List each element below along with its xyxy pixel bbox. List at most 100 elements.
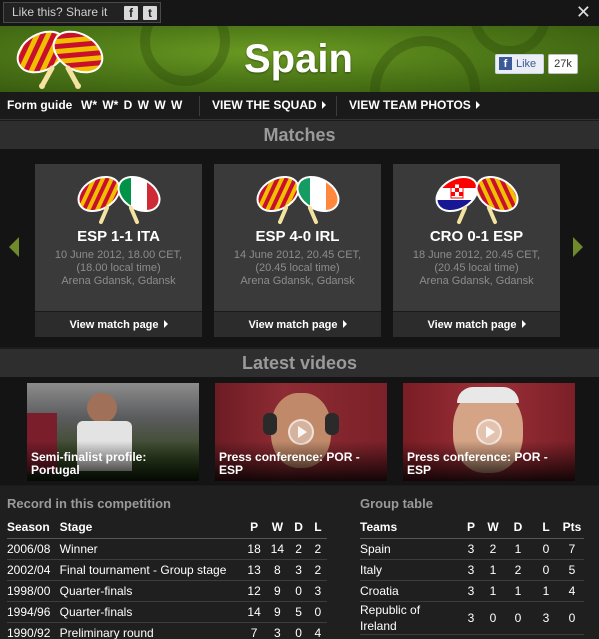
form-guide-results: W* W* D W W W: [81, 98, 183, 112]
played-cell: 3: [460, 601, 482, 635]
table-row: Republic of Ireland 3 0 0 3 0: [360, 601, 584, 635]
twitter-icon[interactable]: t: [143, 6, 157, 20]
won-cell: 1: [482, 559, 504, 581]
group-table-heading: Group table: [360, 496, 433, 511]
column-header: L: [532, 516, 560, 539]
match-card[interactable]: ESP 4-0 IRL 14 June 2012, 20.45 CET, (20…: [214, 164, 381, 337]
stage-cell: Winner: [59, 538, 242, 560]
share-button[interactable]: Like this? Share it f t: [3, 2, 161, 23]
match-card[interactable]: CRO 0-1 ESP 18 June 2012, 20.45 CET, (20…: [393, 164, 560, 337]
arrow-right-icon[interactable]: [573, 237, 583, 257]
close-icon[interactable]: ✕: [576, 3, 591, 21]
won-cell: 1: [482, 580, 504, 602]
stage-cell: Quarter-finals: [59, 601, 242, 623]
table-row: 1990/92 Preliminary round 7 3 0 4: [7, 622, 327, 639]
video-thumbnail[interactable]: Semi-finalist profile: Portugal: [27, 383, 199, 481]
team-cell: Spain: [360, 538, 460, 560]
lost-cell: 2: [308, 538, 327, 560]
won-cell: 3: [266, 622, 289, 639]
video-caption: Press conference: POR - ESP: [407, 450, 548, 477]
video-thumbnail[interactable]: Press conference: POR - ESP: [215, 383, 387, 481]
column-header: P: [460, 516, 482, 539]
match-venue: Arena Gdansk, Gdansk: [240, 275, 355, 287]
facebook-icon[interactable]: f: [124, 6, 138, 20]
table-row: Croatia 3 1 1 1 4: [360, 580, 584, 602]
stats-section: Record in this competition Season Stage …: [0, 486, 599, 639]
points-cell: 7: [560, 538, 584, 560]
team-flags-icon: [256, 172, 344, 224]
arrow-left-icon[interactable]: [9, 237, 19, 257]
table-row: 1994/96 Quarter-finals 14 9 5 0: [7, 601, 327, 623]
videos-heading: Latest videos: [0, 349, 599, 377]
lost-cell: 0: [532, 559, 560, 581]
group-table: Teams P W D L Pts Spain 3 2 1 0 7 Italy …: [360, 516, 584, 635]
played-cell: 3: [460, 580, 482, 602]
won-cell: 9: [266, 601, 289, 623]
view-photos-label: VIEW TEAM PHOTOS: [349, 98, 471, 112]
videos-list: Semi-finalist profile: Portugal Press co…: [0, 377, 599, 485]
match-score: ESP 4-0 IRL: [255, 228, 340, 245]
facebook-like-button[interactable]: f Like: [495, 54, 544, 74]
team-nav: Form guide W* W* D W W W VIEW THE SQUAD …: [0, 92, 599, 120]
won-cell: 2: [482, 538, 504, 560]
matches-heading: Matches: [0, 121, 599, 149]
won-cell: 8: [266, 559, 289, 581]
table-row: 2006/08 Winner 18 14 2 2: [7, 538, 327, 560]
lost-cell: 4: [308, 622, 327, 639]
match-date: 10 June 2012, 18.00 CET, (18.00 local ti…: [54, 249, 183, 274]
drawn-cell: 2: [504, 559, 532, 581]
team-cell: Croatia: [360, 580, 460, 602]
played-cell: 7: [241, 622, 267, 639]
match-venue: Arena Gdansk, Gdansk: [61, 275, 176, 287]
won-cell: 0: [482, 601, 504, 635]
column-header: Season: [7, 516, 60, 539]
column-header: Teams: [360, 516, 460, 539]
view-match-link[interactable]: View match page: [214, 311, 381, 337]
drawn-cell: 1: [504, 538, 532, 560]
won-cell: 14: [266, 538, 289, 560]
share-label: Like this? Share it: [12, 5, 108, 19]
played-cell: 3: [460, 559, 482, 581]
column-header: L: [308, 516, 327, 539]
team-flags-icon: [77, 172, 165, 224]
stage-cell: Preliminary round: [59, 622, 242, 639]
drawn-cell: 5: [288, 601, 309, 623]
season-cell: 2002/04: [7, 559, 60, 581]
video-caption: Semi-finalist profile: Portugal: [31, 450, 147, 477]
season-cell: 2006/08: [7, 538, 60, 560]
speaker-hair-image: [457, 387, 519, 403]
view-match-link[interactable]: View match page: [35, 311, 202, 337]
lost-cell: 2: [308, 559, 327, 581]
view-photos-link[interactable]: VIEW TEAM PHOTOS: [349, 92, 480, 119]
share-bar: Like this? Share it f t ✕: [0, 0, 599, 26]
played-cell: 14: [241, 601, 267, 623]
stage-cell: Quarter-finals: [59, 580, 242, 602]
team-header: Spain f Like 27k: [0, 26, 599, 92]
view-match-link[interactable]: View match page: [393, 311, 560, 337]
played-cell: 12: [241, 580, 267, 602]
lost-cell: 0: [308, 601, 327, 623]
season-cell: 1998/00: [7, 580, 60, 602]
points-cell: 5: [560, 559, 584, 581]
table-row: Italy 3 1 2 0 5: [360, 559, 584, 581]
video-thumbnail[interactable]: Press conference: POR - ESP: [403, 383, 575, 481]
column-header: P: [241, 516, 267, 539]
drawn-cell: 0: [504, 601, 532, 635]
like-count: 27k: [548, 54, 578, 74]
match-card[interactable]: ESP 1-1 ITA 10 June 2012, 18.00 CET, (18…: [35, 164, 202, 337]
team-flags-icon: [431, 172, 519, 224]
lost-cell: 3: [308, 580, 327, 602]
like-label: Like: [516, 58, 537, 70]
record-table: Season Stage P W D L 2006/08 Winner 18 1…: [7, 516, 327, 639]
points-cell: 0: [560, 601, 584, 635]
team-cell: Italy: [360, 559, 460, 581]
lost-cell: 3: [532, 601, 560, 635]
view-squad-link[interactable]: VIEW THE SQUAD: [212, 92, 326, 119]
drawn-cell: 0: [288, 622, 309, 639]
won-cell: 9: [266, 580, 289, 602]
facebook-icon: f: [499, 57, 512, 70]
column-header: W: [482, 516, 504, 539]
column-header: W: [266, 516, 289, 539]
match-date: 14 June 2012, 20.45 CET, (20.45 local ti…: [233, 249, 362, 274]
played-cell: 13: [241, 559, 267, 581]
